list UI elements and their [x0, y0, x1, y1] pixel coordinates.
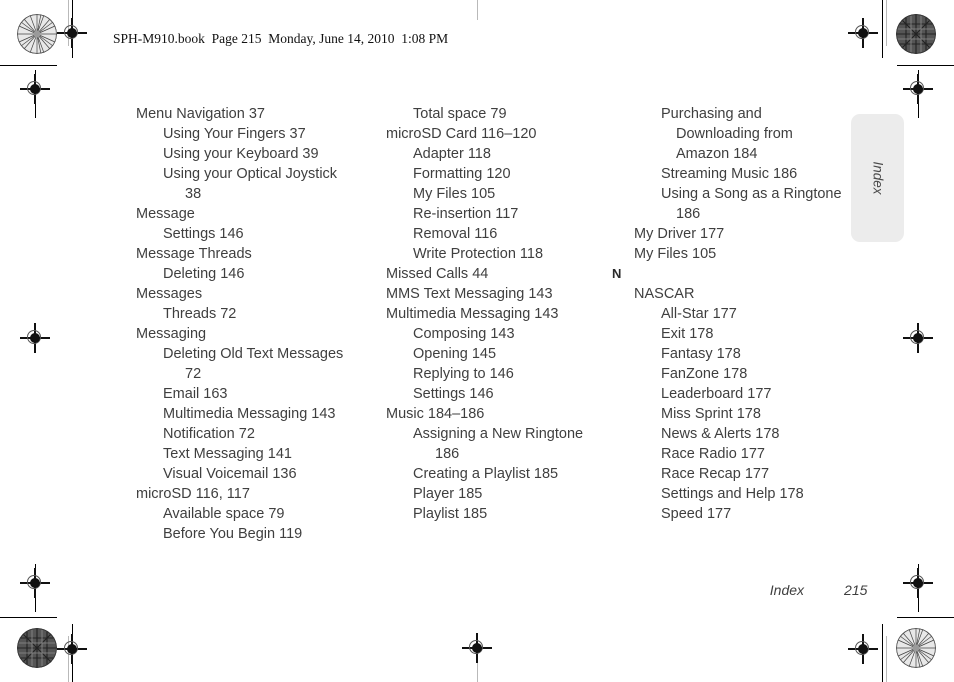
- index-entry-secondary: Purchasing and: [661, 106, 762, 122]
- index-entry-primary: Message: [136, 206, 195, 222]
- index-entry-primary: Messages: [136, 286, 203, 302]
- index-entry-primary: Missed Calls 44: [386, 266, 489, 282]
- page-footer: Index 215: [762, 566, 868, 598]
- registration-target-icon-upper-left: [20, 74, 50, 104]
- crop-line-bottom-right-vertical-inner: [886, 636, 887, 682]
- index-entry-secondary: Threads 72: [163, 306, 237, 322]
- crop-line-bottom-left-horizontal: [0, 617, 57, 618]
- index-entry-secondary: Downloading from: [676, 126, 793, 142]
- index-entry-primary: Messaging: [136, 326, 207, 342]
- index-entry-secondary: News & Alerts 178: [661, 426, 780, 442]
- index-entry-secondary: 38: [185, 186, 202, 202]
- index-entry-secondary: Opening 145: [413, 346, 497, 362]
- index-entry-secondary: Notification 72: [163, 426, 255, 442]
- index-entry-secondary: 72: [185, 366, 202, 382]
- crop-line-top-left-horizontal: [0, 65, 57, 66]
- index-entry-secondary: Removal 116: [413, 226, 498, 242]
- index-entry-secondary: All-Star 177: [661, 306, 737, 322]
- crop-line-top-center-vertical: [477, 0, 478, 20]
- index-entry-primary: NASCAR: [634, 286, 695, 302]
- index-entry-secondary: Amazon 184: [676, 146, 758, 162]
- registration-target-icon-upper-right: [903, 74, 933, 104]
- index-entry-secondary: Text Messaging 141: [163, 446, 292, 462]
- index-entry-secondary: Fantasy 178: [661, 346, 741, 362]
- index-letter-heading: N: [612, 266, 622, 281]
- index-entry-secondary: Write Protection 118: [413, 246, 544, 262]
- registration-target-icon-mid-left: [20, 323, 50, 353]
- index-entry-secondary: Exit 178: [661, 326, 714, 342]
- index-entry-secondary: Before You Begin 119: [163, 526, 303, 542]
- index-entry-secondary: Creating a Playlist 185: [413, 466, 559, 482]
- registration-target-icon-lower-left: [20, 568, 50, 598]
- index-entry-secondary: Settings and Help 178: [661, 486, 804, 502]
- index-entry-secondary: Re-insertion 117: [413, 206, 519, 222]
- index-entry-secondary: Assigning a New Ringtone: [413, 426, 584, 442]
- index-entry-primary: Multimedia Messaging 143: [386, 306, 559, 322]
- document-header-line: SPH-M910.book Page 215 Monday, June 14, …: [113, 31, 449, 46]
- index-column-1: Menu Navigation 37 Using Your Fingers 37 U…: [136, 104, 366, 544]
- index-entry-secondary: Using Your Fingers 37: [163, 126, 306, 142]
- index-entry-secondary: Replying to 146: [413, 366, 514, 382]
- side-tab-label: Index: [870, 161, 885, 195]
- starburst-calibration-icon-bottom-right: [896, 628, 936, 668]
- index-entry-primary: MMS Text Messaging 143: [386, 286, 553, 302]
- index-entry-secondary: Total space 79: [413, 106, 507, 122]
- index-entry-secondary: Player 185: [413, 486, 483, 502]
- index-entry-secondary: Speed 177: [661, 506, 732, 522]
- index-entry-secondary: Adapter 118: [413, 146, 491, 162]
- registration-target-icon-top-left: [57, 18, 87, 48]
- index-entry-secondary: Using your Keyboard 39: [163, 146, 319, 162]
- index-entry-secondary: Available space 79: [163, 506, 285, 522]
- starburst-calibration-icon-top-right: [896, 14, 936, 54]
- registration-target-icon-mid-right: [903, 323, 933, 353]
- index-entry-secondary: Email 163: [163, 386, 228, 402]
- footer-page-number: 215: [844, 582, 868, 598]
- crop-line-top-right-horizontal: [897, 65, 954, 66]
- index-entry-secondary: Deleting 146: [163, 266, 245, 282]
- footer-section-label: Index: [769, 582, 805, 598]
- crop-line-right-vertical: [882, 0, 883, 58]
- crop-line-bottom-right-vertical: [882, 624, 883, 682]
- index-entry-secondary: Race Recap 177: [661, 466, 770, 482]
- index-column-3: Purchasing and Downloading from Amazon 184…: [612, 104, 852, 524]
- index-column-2: Total space 79 microSD Card 116–120 Adapte…: [386, 104, 616, 524]
- index-entry-secondary: My Files 105: [413, 186, 496, 202]
- crop-line-bottom-right-horizontal: [897, 617, 954, 618]
- registration-target-icon-top-right: [848, 18, 878, 48]
- index-entry-primary: My Files 105: [634, 246, 717, 262]
- index-entry-secondary: Miss Sprint 178: [661, 406, 761, 422]
- index-entry-secondary: Settings 146: [163, 226, 244, 242]
- registration-target-icon-bottom-right: [848, 634, 878, 664]
- crop-line-right-vertical-inner: [886, 0, 887, 46]
- starburst-calibration-icon-bottom-left: [17, 628, 57, 668]
- registration-target-icon-lower-right: [903, 568, 933, 598]
- index-entry-secondary: 186: [435, 446, 460, 462]
- index-entry-secondary: Deleting Old Text Messages: [163, 346, 344, 362]
- index-entry-secondary: Visual Voicemail 136: [163, 466, 297, 482]
- index-entry-secondary: Race Radio 177: [661, 446, 765, 462]
- index-entry-secondary: 186: [676, 206, 701, 222]
- index-entry-secondary: FanZone 178: [661, 366, 748, 382]
- index-entry-secondary: Formatting 120: [413, 166, 511, 182]
- index-entry-primary: My Driver 177: [634, 226, 725, 242]
- index-entry-primary: Message Threads: [136, 246, 252, 262]
- index-entry-secondary: Composing 143: [413, 326, 515, 342]
- index-entry-secondary: Settings 146: [413, 386, 494, 402]
- index-entry-secondary: Leaderboard 177: [661, 386, 772, 402]
- index-entry-primary: microSD 116, 117: [136, 486, 250, 502]
- index-entry-secondary: Multimedia Messaging 143: [163, 406, 336, 422]
- registration-target-icon-bottom-center: [462, 633, 492, 663]
- index-entry-primary: microSD Card 116–120: [386, 126, 537, 142]
- index-entry-primary: Menu Navigation 37: [136, 106, 265, 122]
- side-tab-index: Index: [851, 114, 904, 242]
- index-entry-secondary: Using a Song as a Ringtone: [661, 186, 842, 202]
- starburst-calibration-icon-top-left: [17, 14, 57, 54]
- index-entry-secondary: Playlist 185: [413, 506, 488, 522]
- registration-target-icon-bottom-left: [57, 634, 87, 664]
- index-entry-primary: Music 184–186: [386, 406, 485, 422]
- index-entry-secondary: Using your Optical Joystick: [163, 166, 338, 182]
- index-entry-secondary: Streaming Music 186: [661, 166, 798, 182]
